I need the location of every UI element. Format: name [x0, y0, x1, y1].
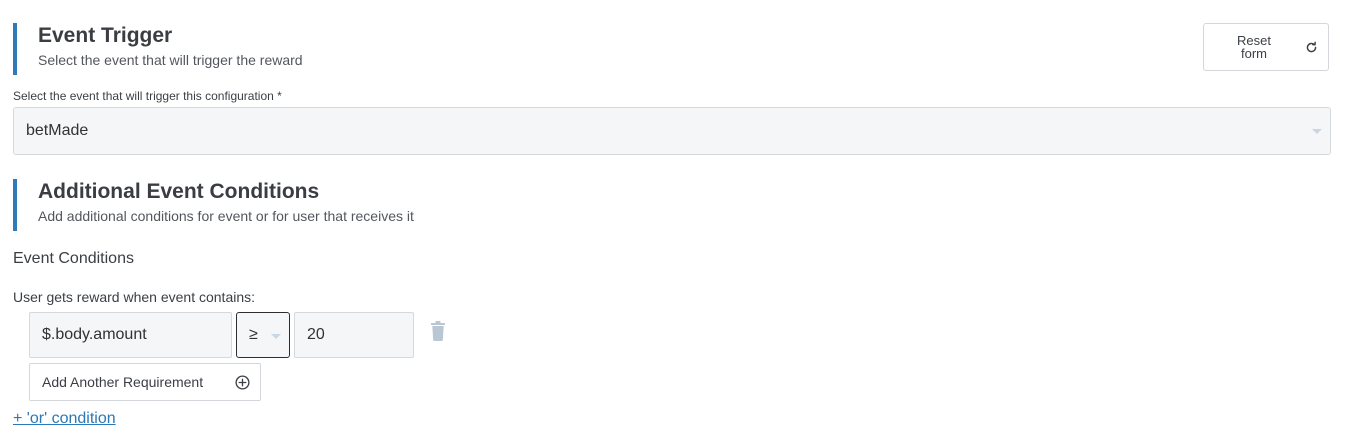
event-trigger-title: Event Trigger [38, 24, 173, 47]
condition-value-input[interactable]: 20 [294, 312, 414, 358]
add-requirement-label: Add Another Requirement [42, 374, 204, 390]
trash-icon[interactable] [430, 321, 446, 341]
add-or-condition-link[interactable]: + 'or' condition [13, 410, 116, 428]
condition-operator-value: ≥ [249, 326, 258, 343]
plus-circle-icon [235, 375, 250, 390]
reset-form-label: Reset form [1237, 33, 1271, 61]
event-trigger-header: Event Trigger Select the event that will… [13, 23, 303, 75]
add-requirement-button[interactable]: Add Another Requirement [29, 363, 261, 401]
event-select-label: Select the event that will trigger this … [13, 89, 282, 103]
chevron-down-icon [1312, 129, 1322, 134]
event-conditions-heading: Event Conditions [13, 250, 134, 267]
condition-field-input[interactable]: $.body.amount [29, 312, 232, 358]
condition-field-value: $.body.amount [42, 326, 147, 343]
condition-value-text: 20 [307, 326, 325, 343]
conditions-intro-label: User gets reward when event contains: [13, 289, 256, 305]
refresh-icon [1306, 41, 1317, 53]
condition-operator-select[interactable]: ≥ [236, 312, 290, 358]
additional-conditions-subtitle: Add additional conditions for event or f… [38, 208, 414, 224]
reset-form-button[interactable]: Reset form [1203, 23, 1329, 71]
event-trigger-subtitle: Select the event that will trigger the r… [38, 52, 303, 68]
reward-config-form: Event Trigger Select the event that will… [0, 0, 1352, 445]
additional-conditions-header: Additional Event Conditions Add addition… [13, 179, 414, 231]
event-select[interactable]: betMade [13, 107, 1331, 155]
chevron-down-icon [271, 334, 281, 339]
event-select-value: betMade [26, 122, 89, 139]
additional-conditions-title: Additional Event Conditions [38, 180, 320, 203]
